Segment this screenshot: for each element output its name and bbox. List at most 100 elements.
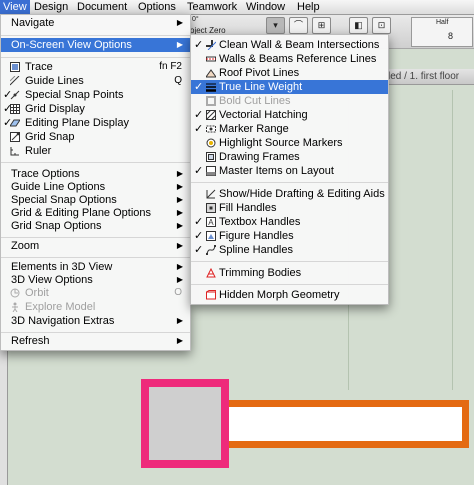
menu-separator [1,35,190,36]
checkmark-icon: ✓ [194,244,204,256]
submenu-item-figure-handles[interactable]: ✓ Figure Handles [191,229,388,243]
menu-item-grid-snap-options[interactable]: Grid Snap Options ▶ [1,219,190,233]
grid-icon [10,104,20,114]
menu-item-special-snap-points[interactable]: ✓ Special Snap Points [1,88,190,102]
shortcut-trace: fn F2 [159,61,182,72]
toolbar-button-a[interactable]: ⌒ [289,17,308,34]
pen-value: 8 [448,31,454,41]
checkmark-icon: ✓ [194,216,204,228]
menu-separator [1,237,190,238]
textbox-handles-icon: A [206,217,216,227]
submenu-item-master-items-on-layout[interactable]: ✓ Master Items on Layout [191,164,388,178]
menu-separator [1,257,190,258]
toolbar-pressed-button[interactable]: ▾ [266,17,285,34]
checkmark-icon: ✓ [194,81,204,93]
triangle-right-icon: ▶ [176,195,183,204]
triangle-right-icon: ▶ [176,18,183,27]
triangle-right-icon: ▶ [176,182,183,191]
view-menu: Navigate ▶ On-Screen View Options ▶ Trac… [0,14,191,351]
drafting-aids-icon [206,189,216,199]
grid-snap-icon [10,132,20,142]
checkmark-icon: ✓ [194,39,204,51]
menu-item-explore-model: Explore Model [1,300,190,314]
menu-item-guide-line-options[interactable]: Guide Line Options ▶ [1,180,190,194]
triangle-right-icon: ▶ [176,221,183,230]
menu-help[interactable]: Help [294,0,323,14]
menu-teamwork[interactable]: Teamwork [184,0,240,14]
triangle-right-icon: ▶ [176,241,183,250]
menu-window[interactable]: Window [243,0,288,14]
view-tab[interactable]: led / 1. first floor [385,69,474,85]
submenu-item-spline-handles[interactable]: ✓ Spline Handles [191,243,388,257]
menu-design[interactable]: Design [31,0,71,14]
menu-item-3d-navigation-extras[interactable]: 3D Navigation Extras ▶ [1,314,190,328]
submenu-item-walls-beams-reference[interactable]: Walls & Beams Reference Lines [191,52,388,66]
left-toolbox-edge [0,350,8,485]
menu-separator [1,332,190,333]
menu-separator [191,182,388,183]
menu-item-trace-options[interactable]: Trace Options ▶ [1,167,190,181]
menu-item-trace[interactable]: Trace fn F2 [1,60,190,74]
menu-item-refresh[interactable]: Refresh ▶ [1,334,190,348]
menu-item-on-screen-view-options[interactable]: On-Screen View Options ▶ [1,38,190,52]
menu-item-zoom[interactable]: Zoom ▶ [1,239,190,253]
submenu-item-vectorial-hatching[interactable]: ✓ Vectorial Hatching [191,108,388,122]
submenu-item-roof-pivot-lines[interactable]: Roof Pivot Lines [191,66,388,80]
submenu-item-fill-handles[interactable]: Fill Handles [191,201,388,215]
submenu-item-textbox-handles[interactable]: ✓ A Textbox Handles [191,215,388,229]
submenu-item-highlight-source-markers[interactable]: Highlight Source Markers [191,136,388,150]
menu-item-grid-display[interactable]: ✓ Grid Display [1,102,190,116]
fill-handles-icon [206,203,216,213]
roof-pivot-icon [206,69,216,78]
submenu-item-marker-range[interactable]: ✓ Marker Range [191,122,388,136]
submenu-item-trimming-bodies[interactable]: Trimming Bodies [191,266,388,280]
submenu-item-hidden-morph-geometry[interactable]: Hidden Morph Geometry [191,288,388,302]
menu-item-ruler[interactable]: Ruler [1,144,190,158]
submenu-item-show-hide-drafting[interactable]: Show/Hide Drafting & Editing Aids [191,187,388,201]
svg-text:A: A [208,218,214,227]
toolbar-button-c[interactable]: ◧ [349,17,368,34]
menu-bar: View Design Document Options Teamwork Wi… [0,0,474,15]
menu-item-editing-plane-display[interactable]: ✓ Editing Plane Display [1,116,190,130]
menu-item-elements-in-3d-view[interactable]: Elements in 3D View ▶ [1,260,190,274]
pen-settings-panel[interactable]: Half 8 [411,17,473,47]
wall-element-orange[interactable] [229,400,469,448]
triangle-right-icon: ▶ [176,208,183,217]
menu-item-grid-editing-plane-options[interactable]: Grid & Editing Plane Options ▶ [1,206,190,220]
line-weight-icon [206,83,216,92]
checkmark-icon: ✓ [194,165,204,177]
shortcut-guide-lines: Q [174,75,182,86]
checkmark-icon: ✓ [194,230,204,242]
checkmark-icon: ✓ [194,123,204,135]
grid-line [452,90,453,390]
trace-icon [10,62,20,72]
figure-handles-icon [206,231,216,241]
explore-model-icon [12,302,18,312]
master-items-icon [206,166,216,176]
menu-document[interactable]: Document [74,0,130,14]
submenu-item-drawing-frames[interactable]: Drawing Frames [191,150,388,164]
menu-item-guide-lines[interactable]: Guide Lines Q [1,74,190,88]
menu-separator [1,162,190,163]
menu-item-3d-view-options[interactable]: 3D View Options ▶ [1,273,190,287]
half-label: Half [436,19,449,26]
menu-item-special-snap-options[interactable]: Special Snap Options ▶ [1,193,190,207]
triangle-right-icon: ▶ [176,275,183,284]
clean-intersections-icon [206,40,216,50]
toolbar-button-b[interactable]: ⊞ [312,17,331,34]
menu-options[interactable]: Options [135,0,179,14]
toolbar-button-d[interactable]: ⊡ [372,17,391,34]
menu-separator [1,57,190,58]
triangle-right-icon: ▶ [176,316,183,325]
on-screen-view-options-submenu: ✓ Clean Wall & Beam Intersections Walls … [190,34,389,305]
trimming-bodies-icon [206,268,216,278]
selected-element-pink[interactable] [141,379,229,468]
highlight-markers-icon [206,138,216,148]
spline-handles-icon [206,245,216,255]
menu-item-grid-snap[interactable]: Grid Snap [1,130,190,144]
snap-points-icon [10,90,20,100]
submenu-item-clean-wall-beam[interactable]: ✓ Clean Wall & Beam Intersections [191,38,388,52]
menu-item-navigate[interactable]: Navigate ▶ [1,16,190,30]
submenu-item-true-line-weight[interactable]: ✓ True Line Weight [191,80,388,94]
menu-view[interactable]: View [0,0,30,14]
